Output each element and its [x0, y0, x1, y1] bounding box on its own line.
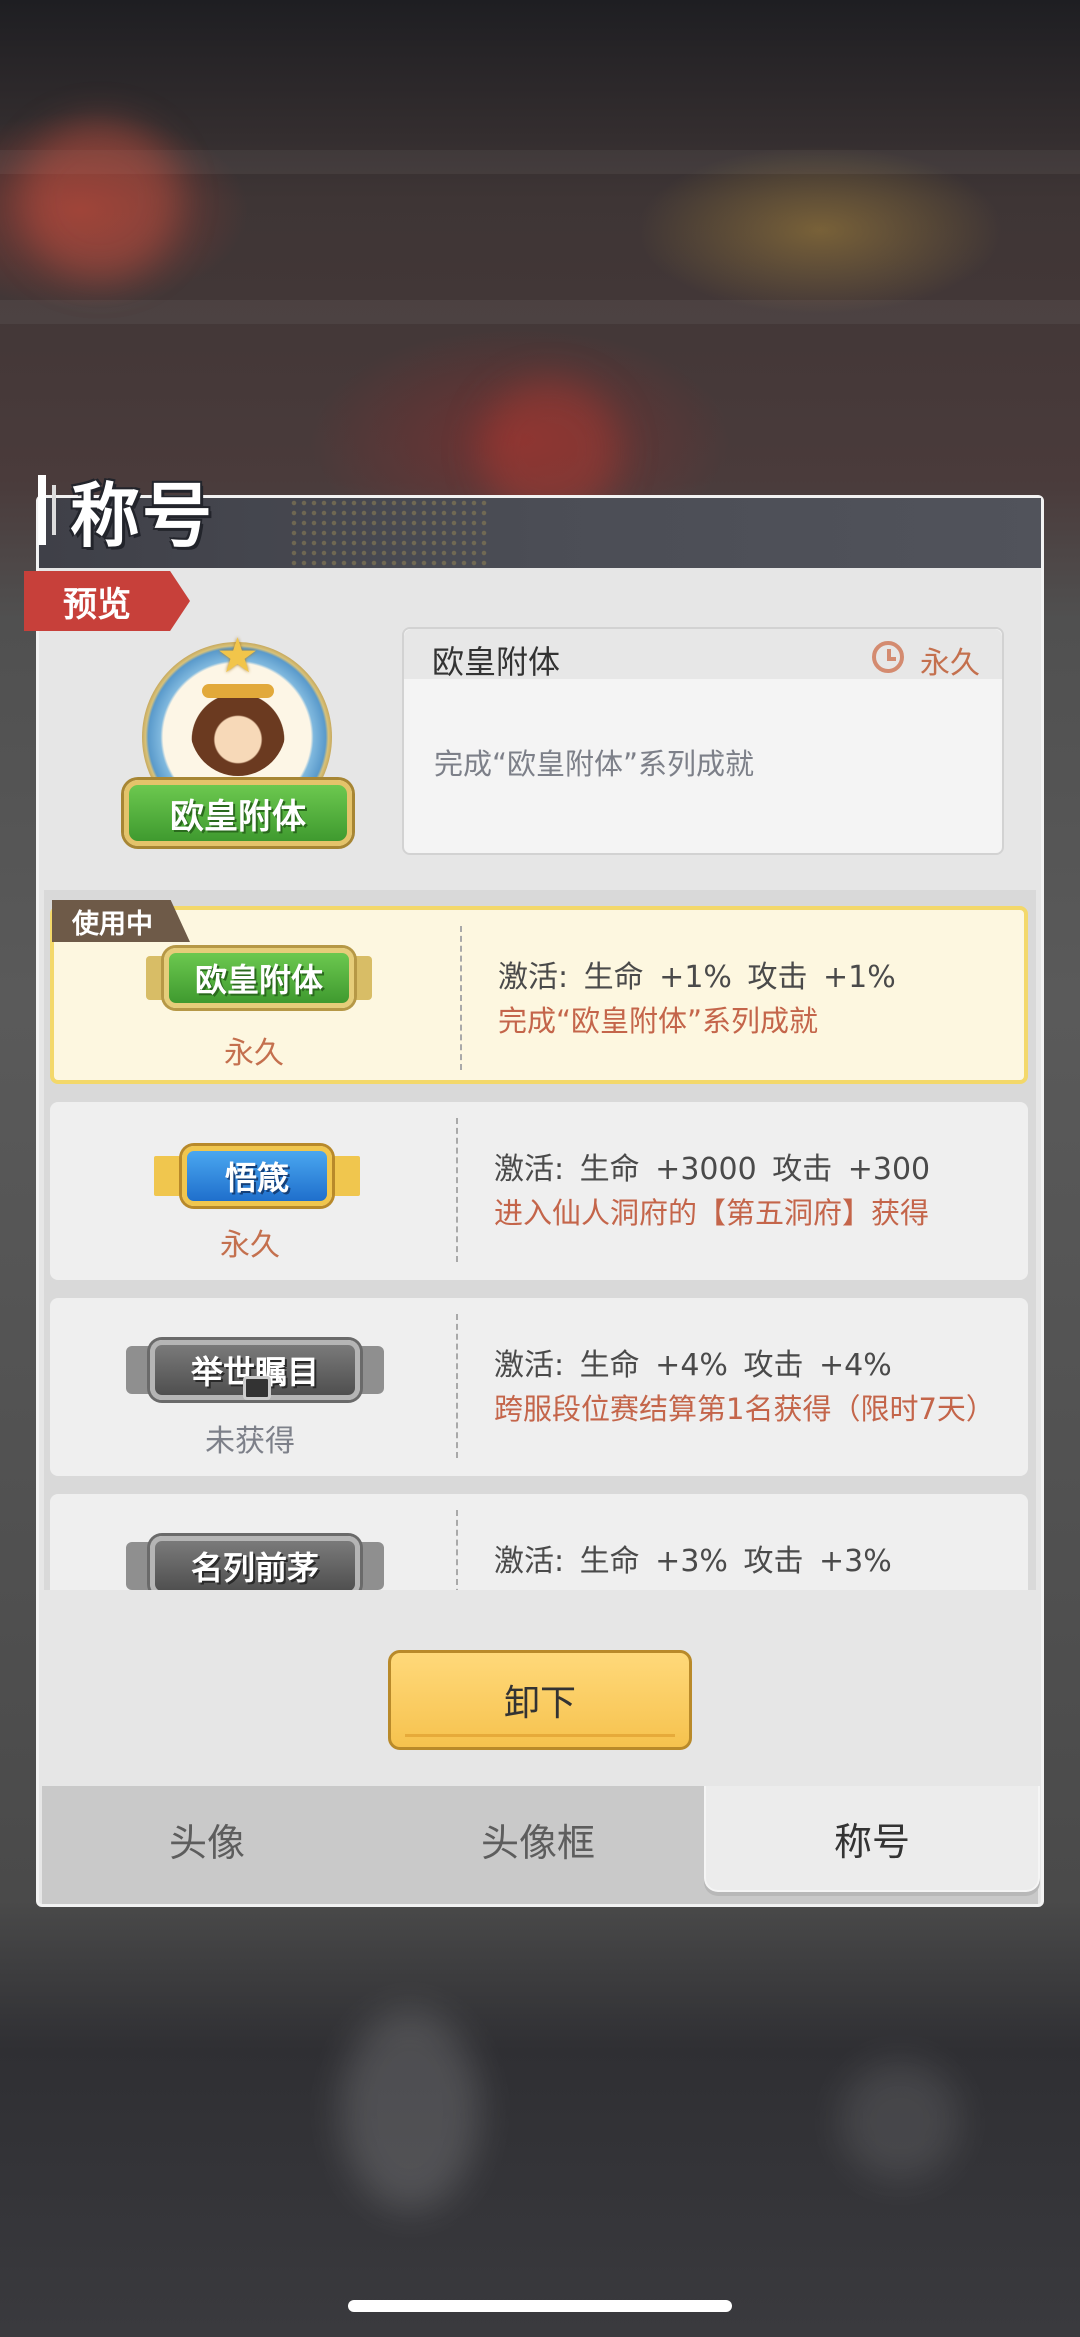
- goggles-icon: [202, 684, 274, 698]
- title-duration: 未获得: [205, 1424, 295, 1459]
- star-icon: ★: [216, 628, 260, 684]
- preview-duration: 永久: [920, 646, 980, 681]
- title-stat: 激活: 生命 +3000 攻击 +300: [494, 1152, 931, 1187]
- title-source: 进入仙人洞府的【第五洞府】获得: [494, 1196, 930, 1230]
- clock-icon: [872, 641, 904, 673]
- dashed-divider: [456, 1314, 458, 1458]
- title-accent-bar: [38, 475, 46, 545]
- title-badge: 举世瞩目: [110, 1326, 400, 1406]
- title-stat: 激活: 生命 +4% 攻击 +4%: [494, 1348, 892, 1383]
- home-indicator[interactable]: [348, 2300, 732, 2312]
- header-dot-pattern: [289, 498, 489, 568]
- title-accent-bar-thin: [52, 485, 56, 535]
- title-badge: 欧皇附体: [114, 938, 404, 1018]
- preview-tag: 预览: [24, 571, 190, 631]
- preview-badge: ★ 欧皇附体: [118, 628, 358, 858]
- in-use-tag: 使用中: [52, 900, 190, 942]
- unequip-button[interactable]: 卸下: [388, 1650, 692, 1750]
- title-badge-plate: 名列前茅: [150, 1536, 360, 1590]
- preview-title-name: 欧皇附体: [432, 643, 561, 681]
- title-duration: 永久: [220, 1228, 280, 1263]
- panel-title-text: 称号: [70, 474, 214, 557]
- panel-title: 称号: [38, 470, 214, 557]
- preview-info-card: 欧皇附体 永久 完成“欧皇附体”系列成就: [402, 627, 1004, 855]
- title-source: 跨服段位赛结算第1名获得（限时7天）: [494, 1392, 995, 1426]
- tab-avatar-frame[interactable]: 头像框: [372, 1786, 704, 1892]
- bottom-tab-bar: 头像 头像框 称号: [42, 1786, 1040, 1904]
- title-source: 完成“欧皇附体”系列成就: [498, 1004, 819, 1038]
- preview-description: 完成“欧皇附体”系列成就: [434, 747, 755, 781]
- dashed-divider: [456, 1118, 458, 1262]
- title-item-ouhuang[interactable]: 欧皇附体 永久 激活: 生命 +1% 攻击 +1% 完成“欧皇附体”系列成就: [50, 906, 1028, 1084]
- tab-title[interactable]: 称号: [704, 1786, 1040, 1892]
- title-badge: 悟箴: [110, 1130, 400, 1210]
- title-item-jushizhumu[interactable]: 举世瞩目 未获得 激活: 生命 +4% 攻击 +4% 跨服段位赛结算第1名获得（…: [50, 1298, 1028, 1476]
- title-badge-plate: 悟箴: [182, 1146, 332, 1206]
- preview-badge-plate: 欧皇附体: [124, 780, 352, 846]
- title-list[interactable]: 欧皇附体 永久 激活: 生命 +1% 攻击 +1% 完成“欧皇附体”系列成就 悟…: [44, 890, 1036, 1590]
- dashed-divider: [456, 1510, 458, 1590]
- title-badge-plate: 欧皇附体: [164, 948, 354, 1008]
- title-item-wuzhen[interactable]: 悟箴 永久 激活: 生命 +3000 攻击 +300 进入仙人洞府的【第五洞府】…: [50, 1102, 1028, 1280]
- title-stat: 激活: 生命 +1% 攻击 +1%: [498, 960, 896, 995]
- title-badge: 名列前茅: [110, 1522, 400, 1590]
- title-duration: 永久: [224, 1036, 284, 1071]
- lock-icon: [243, 1376, 271, 1400]
- title-stat: 激活: 生命 +3% 攻击 +3%: [494, 1544, 892, 1579]
- tab-avatar[interactable]: 头像: [42, 1786, 372, 1892]
- title-item-minglieqianmao[interactable]: 名列前茅 激活: 生命 +3% 攻击 +3%: [50, 1494, 1028, 1590]
- dashed-divider: [460, 926, 462, 1070]
